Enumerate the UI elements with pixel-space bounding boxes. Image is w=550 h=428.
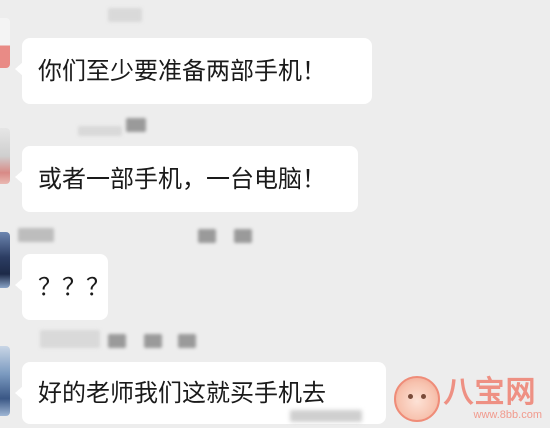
sender-name-blurred xyxy=(144,334,162,348)
sender-avatar[interactable] xyxy=(0,18,10,68)
watermark-url: www.8bb.com xyxy=(473,409,542,421)
message-bubble[interactable]: 或者一部手机，一台电脑！ xyxy=(15,146,358,212)
sender-name-blurred xyxy=(178,334,196,348)
message-text: 好的老师我们这就买手机去 xyxy=(38,379,326,407)
sender-name-blurred xyxy=(234,229,252,243)
sender-name-blurred xyxy=(126,118,146,132)
baby-face-logo-icon xyxy=(393,376,440,422)
message-text: 或者一部手机，一台电脑！ xyxy=(38,165,326,193)
message-bubble[interactable]: ？？？ xyxy=(15,254,110,320)
message-bubble[interactable]: 你们至少要准备两部手机！ xyxy=(15,38,372,104)
sender-name-blurred xyxy=(198,229,216,243)
sender-avatar[interactable] xyxy=(0,128,10,184)
sender-name-blurred xyxy=(78,126,122,136)
sender-name-blurred xyxy=(108,334,126,348)
sender-name-blurred xyxy=(40,330,100,348)
message-text: 你们至少要准备两部手机！ xyxy=(38,57,326,85)
site-watermark: 八宝网 www.8bb.com xyxy=(393,375,542,422)
sender-name-blurred xyxy=(108,8,142,22)
blurred-credit-watermark xyxy=(290,410,362,422)
message-text: ？？？ xyxy=(38,273,110,301)
watermark-brand: 八宝网 xyxy=(443,375,537,410)
sender-name-blurred xyxy=(18,228,54,242)
sender-avatar[interactable] xyxy=(0,232,10,288)
sender-avatar[interactable] xyxy=(0,346,10,416)
